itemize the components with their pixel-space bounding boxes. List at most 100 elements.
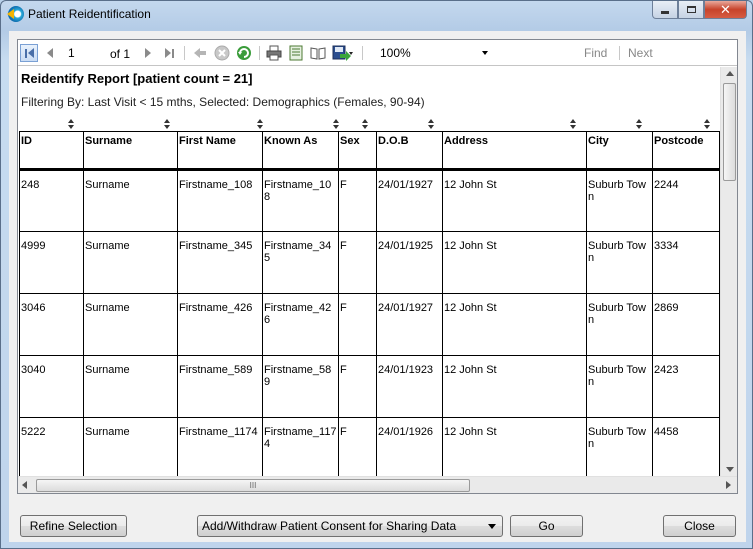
- cell-id: 4999: [19, 231, 84, 294]
- cell-known-as: Firstname_345: [262, 231, 339, 294]
- cell-first-name: Firstname_1174: [177, 417, 263, 476]
- col-header-id: ID: [19, 131, 84, 171]
- toolbar-separator: [362, 46, 363, 60]
- chevron-down-icon: [482, 51, 488, 55]
- horizontal-scroll-thumb[interactable]: III: [36, 479, 470, 492]
- cell-city: Suburb Town: [586, 417, 653, 476]
- col-header-first-name: First Name: [177, 131, 263, 171]
- cell-surname: Surname: [83, 169, 178, 232]
- sort-id-icon[interactable]: [68, 119, 75, 129]
- cell-city: Suburb Town: [586, 169, 653, 232]
- cell-surname: Surname: [83, 231, 178, 294]
- cell-city: Suburb Town: [586, 231, 653, 294]
- cell-id: 248: [19, 169, 84, 232]
- cell-sex: F: [338, 355, 377, 418]
- cell-dob: 24/01/1927: [376, 169, 443, 232]
- sort-first-name-icon[interactable]: [257, 119, 264, 129]
- cell-surname: Surname: [83, 293, 178, 356]
- next-page-button[interactable]: [140, 44, 156, 62]
- table-row: 3040 Surname Firstname_589 Firstname_589…: [19, 355, 720, 418]
- chevron-down-icon: [488, 524, 496, 529]
- patient-table: ID Surname First Name Known As Sex D.O.B…: [19, 131, 720, 476]
- minimize-icon: [661, 11, 669, 14]
- close-icon: ✕: [720, 1, 731, 17]
- sort-postcode-icon[interactable]: [704, 119, 711, 129]
- first-page-button[interactable]: [20, 44, 38, 62]
- col-header-dob: D.O.B: [376, 131, 443, 171]
- consent-action-select[interactable]: Add/Withdraw Patient Consent for Sharing…: [197, 515, 503, 537]
- sort-city-icon[interactable]: [636, 119, 643, 129]
- col-header-surname: Surname: [83, 131, 178, 171]
- consent-action-value: Add/Withdraw Patient Consent for Sharing…: [202, 519, 457, 533]
- cell-address: 12 John St: [442, 293, 587, 356]
- cell-first-name: Firstname_345: [177, 231, 263, 294]
- print-icon[interactable]: [266, 45, 282, 61]
- close-button[interactable]: Close: [663, 515, 736, 537]
- maximize-button[interactable]: [678, 1, 704, 19]
- scroll-up-icon[interactable]: [726, 71, 734, 76]
- horizontal-scrollbar[interactable]: III: [18, 476, 737, 493]
- zoom-value: 100%: [380, 46, 411, 60]
- zoom-select[interactable]: 100%: [376, 44, 496, 62]
- cell-postcode: 4458: [652, 417, 720, 476]
- cell-dob: 24/01/1923: [376, 355, 443, 418]
- previous-page-button[interactable]: [42, 44, 58, 62]
- sort-surname-icon[interactable]: [164, 119, 171, 129]
- stop-icon[interactable]: [214, 45, 230, 61]
- minimize-button[interactable]: [652, 1, 678, 19]
- export-icon[interactable]: [332, 45, 354, 61]
- filter-description: Filtering By: Last Visit < 15 mths, Sele…: [21, 95, 425, 109]
- back-icon[interactable]: [192, 45, 208, 61]
- cell-known-as: Firstname_426: [262, 293, 339, 356]
- sort-known-as-icon[interactable]: [333, 119, 340, 129]
- table-row: 4999 Surname Firstname_345 Firstname_345…: [19, 231, 720, 294]
- cell-sex: F: [338, 293, 377, 356]
- col-header-city: City: [586, 131, 653, 171]
- cell-city: Suburb Town: [586, 293, 653, 356]
- sort-dob-icon[interactable]: [428, 119, 435, 129]
- refresh-icon[interactable]: [236, 45, 252, 61]
- vertical-scroll-thumb[interactable]: [723, 83, 736, 181]
- cell-sex: F: [338, 231, 377, 294]
- page-setup-icon[interactable]: [310, 45, 326, 61]
- next-page-icon: [145, 48, 151, 58]
- title-bar[interactable]: Patient Reidentification ✕: [1, 1, 752, 27]
- cell-known-as: Firstname_1174: [262, 417, 339, 476]
- cell-address: 12 John St: [442, 169, 587, 232]
- print-layout-icon[interactable]: [288, 45, 304, 61]
- scroll-down-icon[interactable]: [726, 467, 734, 472]
- maximize-icon: [686, 6, 696, 13]
- cell-address: 12 John St: [442, 417, 587, 476]
- cell-id: 3046: [19, 293, 84, 356]
- vertical-scrollbar[interactable]: [720, 67, 737, 476]
- cell-postcode: 3334: [652, 231, 720, 294]
- cell-address: 12 John St: [442, 231, 587, 294]
- cell-known-as: Firstname_589: [262, 355, 339, 418]
- toolbar-separator: [259, 46, 260, 60]
- refine-selection-button[interactable]: Refine Selection: [20, 515, 127, 537]
- scroll-right-icon[interactable]: [726, 481, 731, 489]
- table-header-row: ID Surname First Name Known As Sex D.O.B…: [19, 131, 720, 171]
- cell-first-name: Firstname_589: [177, 355, 263, 418]
- go-button[interactable]: Go: [510, 515, 583, 537]
- window-title: Patient Reidentification: [28, 7, 151, 21]
- last-page-button[interactable]: [160, 44, 178, 62]
- cell-postcode: 2423: [652, 355, 720, 418]
- page-number-input[interactable]: [64, 44, 112, 62]
- cell-first-name: Firstname_108: [177, 169, 263, 232]
- sort-address-icon[interactable]: [570, 119, 577, 129]
- patient-reidentification-window: Patient Reidentification ✕ of 1: [0, 0, 753, 549]
- window-controls: ✕: [652, 1, 747, 19]
- col-header-sex: Sex: [338, 131, 377, 171]
- find-link[interactable]: Find: [584, 46, 607, 60]
- sort-sex-icon[interactable]: [362, 119, 369, 129]
- table-row: 248 Surname Firstname_108 Firstname_108 …: [19, 169, 720, 232]
- cell-surname: Surname: [83, 417, 178, 476]
- report-content: Reidentify Report [patient count = 21] F…: [18, 67, 720, 476]
- cell-known-as: Firstname_108: [262, 169, 339, 232]
- cell-postcode: 2869: [652, 293, 720, 356]
- find-next-link[interactable]: Next: [628, 46, 653, 60]
- close-window-button[interactable]: ✕: [704, 1, 747, 19]
- cell-dob: 24/01/1926: [376, 417, 443, 476]
- scroll-left-icon[interactable]: [22, 481, 27, 489]
